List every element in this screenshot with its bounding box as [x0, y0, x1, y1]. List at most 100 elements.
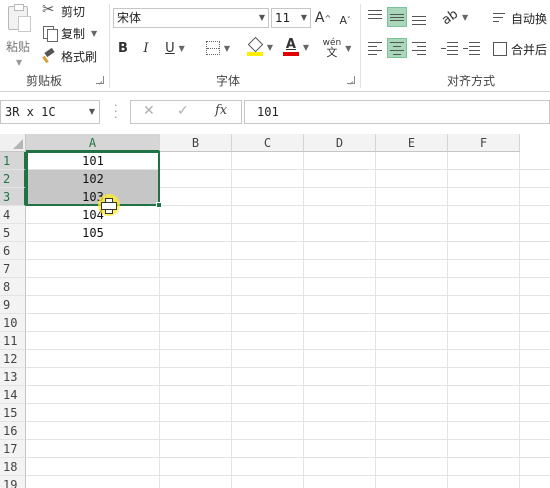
- insert-function-icon[interactable]: fx: [215, 103, 227, 118]
- paste-icon: [8, 4, 31, 32]
- row-header-10[interactable]: 10: [0, 314, 26, 332]
- gridline-vertical: [447, 152, 448, 488]
- gridline-vertical: [231, 152, 232, 488]
- row-header-5[interactable]: 5: [0, 224, 26, 242]
- fill-color-button[interactable]: ▼: [246, 37, 274, 57]
- fill-handle[interactable]: [156, 202, 162, 208]
- row-header-7[interactable]: 7: [0, 260, 26, 278]
- gridline-horizontal: [26, 349, 550, 350]
- wrap-text-button[interactable]: 自动换: [493, 8, 547, 28]
- row-header-18[interactable]: 18: [0, 458, 26, 476]
- row-header-16[interactable]: 16: [0, 422, 26, 440]
- chevron-down-icon[interactable]: ▼: [89, 101, 95, 123]
- chevron-down-icon: ▼: [266, 42, 274, 52]
- fill-bucket-icon: [246, 38, 263, 56]
- group-divider: [360, 4, 361, 88]
- chevron-down-icon: ▼: [258, 13, 265, 22]
- column-header-c[interactable]: C: [232, 134, 304, 152]
- underline-button[interactable]: U ▼: [161, 38, 189, 58]
- align-center-icon[interactable]: [387, 38, 407, 58]
- row-header-11[interactable]: 11: [0, 332, 26, 350]
- increase-indent-icon[interactable]: [462, 38, 482, 58]
- shrink-font-glyph: A: [339, 13, 348, 27]
- row-header-9[interactable]: 9: [0, 296, 26, 314]
- font-size-select[interactable]: 11 ▼: [271, 8, 311, 28]
- cell-a4[interactable]: 104: [26, 206, 160, 224]
- grow-font-glyph: A: [314, 10, 325, 26]
- copy-dropdown-icon[interactable]: ▼: [91, 29, 97, 38]
- row-header-19[interactable]: 19: [0, 476, 26, 488]
- decrease-indent-icon[interactable]: [440, 38, 460, 58]
- font-size-value: 11: [275, 11, 291, 25]
- row-header-4[interactable]: 4: [0, 206, 26, 224]
- paste-label: 粘贴: [6, 40, 31, 54]
- align-middle-icon[interactable]: [387, 7, 407, 27]
- cancel-icon[interactable]: ✕: [143, 103, 155, 119]
- cell-a5[interactable]: 105: [26, 224, 160, 242]
- orientation-button[interactable]: ab ▼: [438, 6, 470, 28]
- phonetic-guide-button[interactable]: wén 文 ▼: [322, 38, 352, 59]
- paste-button[interactable]: 粘贴 ▼: [2, 2, 36, 68]
- column-header-f[interactable]: F: [448, 134, 520, 152]
- italic-button[interactable]: I: [139, 38, 153, 58]
- borders-button[interactable]: ▼: [202, 38, 234, 58]
- merge-center-label: 合并后: [511, 42, 548, 57]
- font-group-label: 字体: [216, 74, 241, 88]
- more-options-icon[interactable]: · · ·: [114, 100, 118, 123]
- row-header-3[interactable]: 3: [0, 188, 26, 206]
- gridline-vertical: [375, 152, 376, 488]
- row-header-6[interactable]: 6: [0, 242, 26, 260]
- column-header-e[interactable]: E: [376, 134, 448, 152]
- row-header-15[interactable]: 15: [0, 404, 26, 422]
- paste-dropdown-icon[interactable]: ▼: [16, 58, 22, 67]
- row-header-2[interactable]: 2: [0, 170, 26, 188]
- row-header-8[interactable]: 8: [0, 278, 26, 296]
- bold-button[interactable]: B: [116, 38, 130, 58]
- formula-input[interactable]: 101: [244, 100, 550, 124]
- gridline-horizontal: [26, 331, 550, 332]
- cut-label: 剪切: [61, 4, 86, 19]
- ribbon: 粘贴 ▼ 剪切 复制 ▼ 格式刷 剪贴板 宋体 ▼ 11 ▼ A^ A˅ B I…: [0, 0, 550, 92]
- grow-font-button[interactable]: A ^: [315, 8, 331, 28]
- chevron-down-icon: ▼: [345, 43, 352, 53]
- row-header-14[interactable]: 14: [0, 386, 26, 404]
- font-name-value: 宋体: [117, 11, 142, 25]
- column-header-d[interactable]: D: [304, 134, 376, 152]
- cut-button[interactable]: 剪切: [42, 0, 86, 21]
- chevron-down-icon: ▼: [462, 12, 469, 22]
- spreadsheet-grid[interactable]: A B C D E F 1 101 2 102 3 103 4 104 5 105 6 7 8 9 10 11 12 13 14…: [0, 134, 550, 488]
- format-painter-icon: [42, 48, 58, 64]
- gridline-horizontal: [26, 457, 550, 458]
- selection-border: [26, 151, 160, 206]
- clipboard-launcher-icon[interactable]: [96, 76, 104, 84]
- align-top-icon[interactable]: [365, 7, 385, 27]
- column-header-b[interactable]: B: [160, 134, 232, 152]
- enter-check-icon[interactable]: ✓: [177, 103, 189, 119]
- name-box-value: 3R x 1C: [5, 105, 56, 119]
- align-left-icon[interactable]: [365, 38, 385, 58]
- name-box[interactable]: 3R x 1C ▼: [0, 100, 100, 124]
- merge-center-button[interactable]: 合并后: [493, 39, 547, 59]
- font-name-select[interactable]: 宋体 ▼: [113, 8, 269, 28]
- row-header-12[interactable]: 12: [0, 350, 26, 368]
- select-all-corner[interactable]: [0, 134, 26, 152]
- gridline-horizontal: [26, 475, 550, 476]
- gridline-horizontal: [26, 421, 550, 422]
- copy-button[interactable]: 复制 ▼: [42, 23, 97, 43]
- orientation-icon: ab: [438, 6, 461, 28]
- shrink-font-button[interactable]: A ˅: [338, 10, 352, 30]
- format-painter-label: 格式刷: [61, 49, 98, 64]
- row-header-13[interactable]: 13: [0, 368, 26, 386]
- font-color-button[interactable]: A ▼: [281, 37, 311, 57]
- format-painter-button[interactable]: 格式刷: [42, 46, 97, 66]
- row-header-1[interactable]: 1: [0, 152, 26, 170]
- font-launcher-icon[interactable]: [347, 76, 355, 84]
- gridline-horizontal: [26, 259, 550, 260]
- formula-buttons: ✕ ✓ fx: [130, 100, 242, 124]
- align-right-icon[interactable]: [409, 38, 429, 58]
- row-header-17[interactable]: 17: [0, 440, 26, 458]
- align-bottom-icon[interactable]: [409, 7, 429, 27]
- gridline-horizontal: [26, 295, 550, 296]
- column-header-a[interactable]: A: [26, 134, 160, 152]
- gridline-horizontal: [26, 403, 550, 404]
